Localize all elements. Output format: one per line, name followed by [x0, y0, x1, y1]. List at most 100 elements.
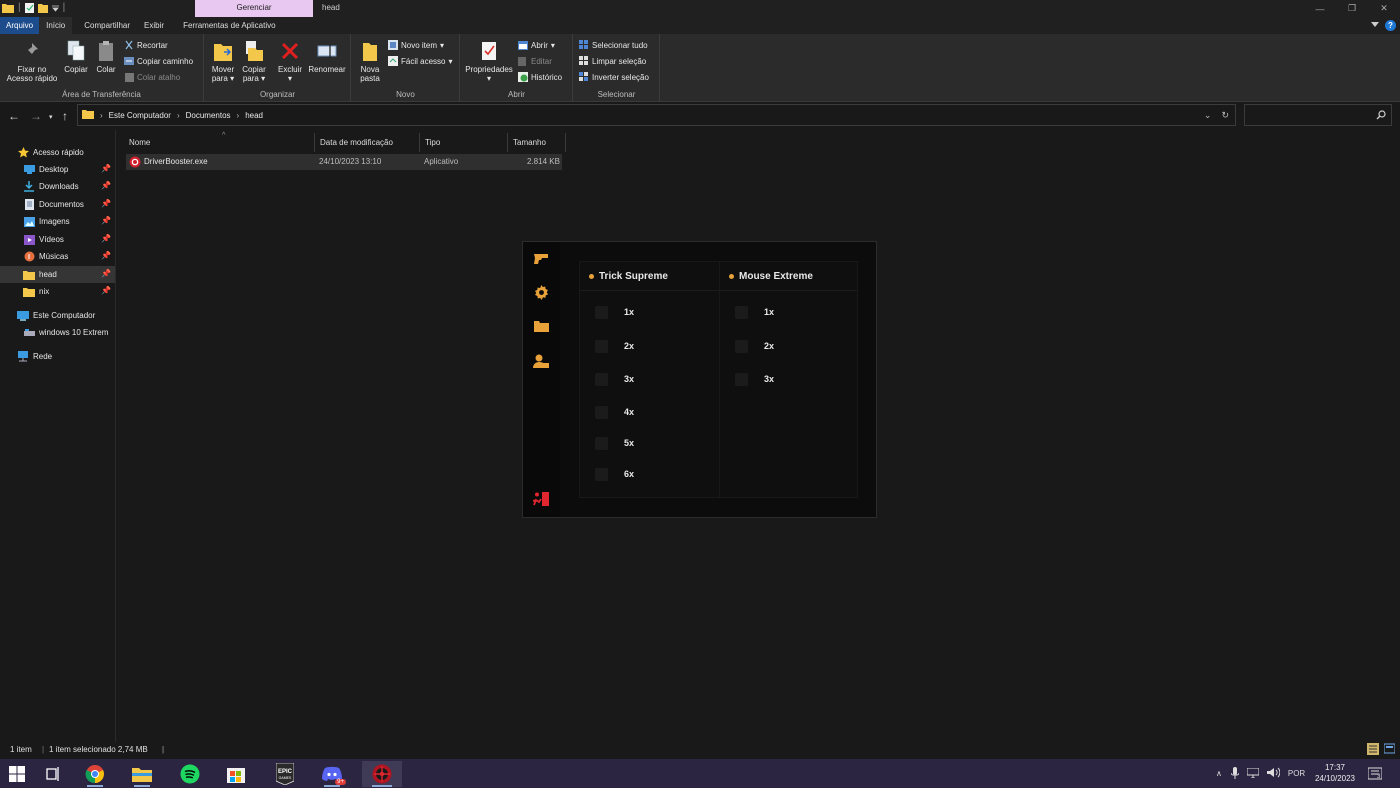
- details-view-icon[interactable]: [1367, 743, 1379, 757]
- nav-desktop[interactable]: Desktop 📌: [0, 161, 115, 178]
- checkbox[interactable]: [595, 305, 608, 319]
- breadcrumb-head[interactable]: head: [245, 111, 263, 120]
- back-arrow-icon[interactable]: ←: [8, 109, 20, 123]
- select-all-button[interactable]: Selecionar tudo: [579, 40, 648, 50]
- column-header-size[interactable]: Tamanho: [508, 133, 566, 152]
- new-folder-quick-icon[interactable]: [37, 3, 48, 13]
- option-row[interactable]: 3x: [595, 372, 634, 386]
- nav-videos[interactable]: Vídeos 📌: [0, 231, 115, 248]
- checkbox[interactable]: [735, 339, 748, 353]
- option-row[interactable]: 1x: [595, 305, 634, 319]
- nav-music[interactable]: Músicas 📌: [0, 248, 115, 265]
- microsoft-store-icon[interactable]: [219, 761, 253, 787]
- copy-path-button[interactable]: Copiar caminho: [124, 56, 193, 66]
- checkbox[interactable]: [735, 372, 748, 386]
- network-tray-icon[interactable]: [1246, 767, 1260, 780]
- exit-icon[interactable]: [533, 491, 549, 507]
- breadcrumb-documents[interactable]: Documentos: [186, 111, 231, 120]
- nav-downloads[interactable]: Downloads 📌: [0, 178, 115, 195]
- nav-head[interactable]: head 📌: [0, 266, 115, 283]
- history-button[interactable]: Histórico: [518, 72, 562, 82]
- volume-icon[interactable]: [1266, 767, 1281, 780]
- large-icons-view-icon[interactable]: [1383, 743, 1396, 756]
- option-row[interactable]: 4x: [595, 405, 634, 419]
- chrome-icon[interactable]: [78, 761, 112, 787]
- tab-file[interactable]: Arquivo: [0, 17, 40, 34]
- search-box[interactable]: [1244, 104, 1392, 126]
- epic-games-icon[interactable]: EPIC GAMES: [268, 761, 302, 787]
- spotify-icon[interactable]: [173, 761, 207, 787]
- properties-quick-icon[interactable]: [24, 2, 34, 13]
- forward-arrow-icon[interactable]: →: [30, 109, 42, 123]
- minimize-button[interactable]: —: [1304, 0, 1336, 17]
- help-icon[interactable]: ?: [1385, 20, 1396, 31]
- microphone-icon[interactable]: [1230, 766, 1240, 781]
- option-row[interactable]: 2x: [595, 339, 634, 353]
- tab-app-tools[interactable]: Ferramentas de Aplicativo: [171, 17, 283, 34]
- delete-button[interactable]: Excluir ▾: [275, 39, 305, 83]
- column-header-name[interactable]: ^ Nome: [124, 132, 315, 152]
- checkbox[interactable]: [595, 467, 608, 481]
- refresh-icon[interactable]: ↻: [1221, 110, 1229, 121]
- nav-drive[interactable]: windows 10 Extrem: [0, 324, 115, 341]
- discord-icon[interactable]: 9+: [315, 761, 349, 787]
- app-target-icon[interactable]: [362, 761, 402, 787]
- nav-quick-access[interactable]: Acesso rápido: [0, 144, 115, 161]
- checkbox[interactable]: [595, 339, 608, 353]
- user-lock-icon[interactable]: [533, 353, 549, 369]
- close-button[interactable]: ✕: [1368, 0, 1400, 17]
- notification-center-icon[interactable]: 3: [1368, 759, 1382, 788]
- cut-button[interactable]: Recortar: [124, 40, 168, 50]
- tab-share[interactable]: Compartilhar: [72, 17, 137, 34]
- checkbox[interactable]: [595, 405, 608, 419]
- option-row[interactable]: 6x: [595, 467, 634, 481]
- column-header-modified[interactable]: Data de modificação: [315, 133, 420, 152]
- nav-this-pc[interactable]: Este Computador: [0, 307, 115, 324]
- checkbox[interactable]: [595, 372, 608, 386]
- breadcrumb-this-pc[interactable]: Este Computador: [109, 111, 171, 120]
- select-none-button[interactable]: Limpar seleção: [579, 56, 646, 66]
- copy-button[interactable]: Copiar: [62, 39, 90, 74]
- address-history-chevron-icon[interactable]: ⌄: [1204, 110, 1212, 121]
- clock[interactable]: 17:37 24/10/2023: [1311, 762, 1359, 784]
- pistol-icon[interactable]: [533, 251, 549, 267]
- open-button[interactable]: Abrir ▾: [518, 40, 555, 50]
- option-row[interactable]: 3x: [735, 372, 774, 386]
- show-hidden-icons-chevron-icon[interactable]: ∧: [1216, 769, 1222, 778]
- recent-locations-chevron-icon[interactable]: ▾: [49, 113, 53, 121]
- paste-shortcut-button[interactable]: Colar atalho: [124, 72, 180, 82]
- pin-quick-access-button[interactable]: Fixar no Acesso rápido: [4, 39, 60, 83]
- address-bar[interactable]: › Este Computador › Documentos › head ⌄ …: [77, 104, 1236, 126]
- option-row[interactable]: 2x: [735, 339, 774, 353]
- nav-documents[interactable]: Documentos 📌: [0, 196, 115, 213]
- option-row[interactable]: 5x: [595, 436, 634, 450]
- folder-icon[interactable]: [533, 318, 549, 334]
- gear-icon[interactable]: [533, 284, 549, 300]
- expand-ribbon-icon[interactable]: [1371, 21, 1379, 30]
- nav-pictures[interactable]: Imagens 📌: [0, 213, 115, 230]
- up-arrow-icon[interactable]: ↑: [62, 109, 68, 123]
- invert-selection-button[interactable]: Inverter seleção: [579, 72, 649, 82]
- option-row[interactable]: 1x: [735, 305, 774, 319]
- checkbox[interactable]: [735, 305, 748, 319]
- copy-to-button[interactable]: Copiar para ▾: [239, 39, 269, 83]
- customize-dropdown-icon[interactable]: [51, 4, 59, 12]
- file-explorer-icon[interactable]: [125, 761, 159, 787]
- rename-button[interactable]: Renomear: [306, 39, 348, 74]
- file-row[interactable]: DriverBooster.exe 24/10/2023 13:10 Aplic…: [126, 154, 562, 170]
- edit-button[interactable]: Editar: [518, 56, 552, 66]
- nav-nix[interactable]: nix 📌: [0, 283, 115, 300]
- properties-button[interactable]: Propriedades ▾: [463, 39, 515, 83]
- start-windows-icon[interactable]: [0, 761, 34, 787]
- new-folder-button[interactable]: Nova pasta: [355, 39, 385, 83]
- language-indicator[interactable]: POR: [1288, 769, 1305, 778]
- nav-network[interactable]: Rede: [0, 348, 115, 365]
- paste-button[interactable]: Colar: [93, 39, 119, 74]
- context-tab-manage[interactable]: Gerenciar: [195, 0, 313, 17]
- column-header-type[interactable]: Tipo: [420, 133, 508, 152]
- easy-access-button[interactable]: Fácil acesso ▾: [388, 56, 452, 66]
- tab-home[interactable]: Início: [39, 17, 73, 34]
- checkbox[interactable]: [595, 436, 608, 450]
- tab-view[interactable]: Exibir: [137, 17, 171, 34]
- new-item-button[interactable]: Novo item ▾: [388, 40, 444, 50]
